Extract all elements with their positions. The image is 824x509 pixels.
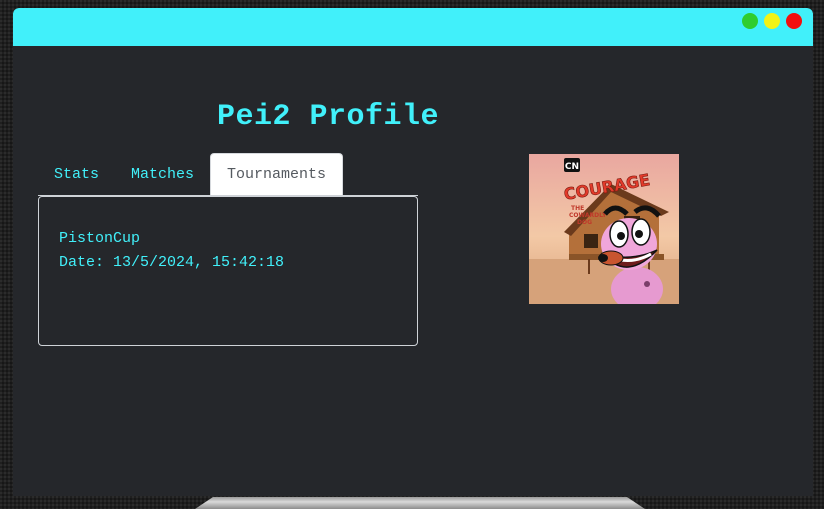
profile-avatar: CN COURAGE THE COWARDLY DOG <box>529 154 679 304</box>
maximize-button[interactable] <box>742 13 758 29</box>
tournaments-panel: PistonCup Date: 13/5/2024, 15:42:18 <box>38 196 418 346</box>
background-strip <box>195 497 645 509</box>
show-subtitle-2: COWARDLY <box>569 212 607 219</box>
tab-stats[interactable]: Stats <box>38 155 115 195</box>
tab-matches[interactable]: Matches <box>115 155 210 195</box>
show-subtitle-1: THE <box>571 205 584 212</box>
cn-logo: CN <box>565 162 579 172</box>
title-bar <box>13 8 813 46</box>
tab-tournaments[interactable]: Tournaments <box>210 153 344 195</box>
tournament-name: PistonCup <box>59 230 141 247</box>
page-title: Pei2 Profile <box>216 100 440 134</box>
show-subtitle-3: DOG <box>577 219 592 226</box>
tournament-date: Date: 13/5/2024, 15:42:18 <box>59 254 285 271</box>
app-window: Pei2 Profile Stats Matches Tournaments P… <box>13 8 813 496</box>
tab-bar: Stats Matches Tournaments <box>38 153 418 196</box>
minimize-button[interactable] <box>764 13 780 29</box>
cartoon-dog-avatar-icon: CN COURAGE THE COWARDLY DOG <box>529 154 679 304</box>
close-button[interactable] <box>786 13 802 29</box>
